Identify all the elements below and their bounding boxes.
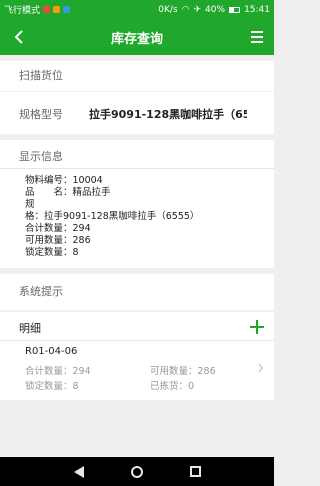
app-bar: 库存查询 — [0, 19, 274, 55]
hamburger-menu-icon — [251, 31, 263, 33]
location-code[interactable]: R01-04-06 — [25, 346, 77, 357]
scan-location-header: 扫描货位 — [19, 69, 63, 82]
battery-icon — [229, 6, 241, 13]
detail-picked: 已拣货：0 — [150, 381, 195, 392]
locked-qty: 锁定数量：8 — [25, 247, 79, 258]
nav-back-icon[interactable] — [73, 465, 84, 478]
info-block: 物料编号：10004 品 名：精品拉手 规 格：拉手9091-128黑咖啡拉手（… — [25, 175, 199, 259]
spec-row[interactable]: 规格型号 拉手9091-128黑咖啡拉手（6555） — [0, 92, 274, 134]
menu-line — [251, 41, 263, 43]
detail-title: 明细 — [19, 322, 41, 335]
system-tip-section: 系统提示 — [0, 274, 274, 310]
menu-button[interactable] — [248, 26, 266, 48]
divider — [0, 340, 274, 341]
message-icon — [63, 6, 71, 13]
detail-locked: 锁定数量：8 — [25, 381, 79, 392]
status-bar: 飞行模式 0K/s ◠ ✈ 40% 15:41 — [0, 0, 274, 19]
menu-line — [251, 36, 263, 38]
nav-recent-apps-icon[interactable] — [189, 466, 201, 477]
status-right: 0K/s ◠ ✈ 40% 15:41 — [158, 5, 270, 15]
spec-line: 格：拉手9091-128黑咖啡拉手（6555） — [25, 211, 200, 222]
status-left: 飞行模式 — [4, 3, 71, 16]
app-notification-icon — [53, 6, 61, 13]
wifi-icon: ◠ — [181, 4, 190, 15]
scan-section[interactable]: 扫描货位 — [0, 61, 274, 91]
notification-icon — [43, 6, 51, 13]
system-nav-bar — [0, 457, 274, 486]
available-qty: 可用数量：286 — [25, 235, 91, 246]
page-title: 库存查询 — [110, 31, 163, 47]
clock: 15:41 — [244, 4, 270, 15]
back-button[interactable] — [8, 25, 30, 49]
material-code: 物料编号：10004 — [25, 175, 103, 186]
divider — [0, 168, 274, 169]
nav-home-icon[interactable] — [130, 465, 143, 478]
detail-total: 合计数量：294 — [25, 366, 91, 377]
spec-label-line: 规 — [25, 199, 35, 210]
system-tip-header: 系统提示 — [19, 285, 63, 298]
plus-icon[interactable] — [250, 320, 264, 334]
product-name: 品 名：精品拉手 — [25, 187, 111, 198]
detail-section: 明细 R01-04-06 合计数量：294 可用数量：286 锁定数量：8 已拣… — [0, 312, 274, 400]
display-info-section: 显示信息 物料编号：10004 品 名：精品拉手 规 格：拉手9091-128黑… — [0, 140, 274, 268]
chevron-right-icon[interactable] — [254, 363, 264, 373]
detail-available: 可用数量：286 — [150, 366, 216, 377]
spec-value[interactable]: 拉手9091-128黑咖啡拉手（6555） — [89, 106, 247, 122]
display-info-header: 显示信息 — [19, 150, 63, 163]
airplane-mode-text: 飞行模式 — [4, 6, 41, 16]
battery-percent: 40% — [205, 4, 226, 15]
airplane-icon: ✈ — [193, 4, 202, 15]
spec-label: 规格型号 — [19, 108, 63, 121]
chevron-left-icon — [14, 30, 23, 44]
total-qty: 合计数量：294 — [25, 223, 91, 234]
network-speed: 0K/s — [158, 4, 178, 15]
